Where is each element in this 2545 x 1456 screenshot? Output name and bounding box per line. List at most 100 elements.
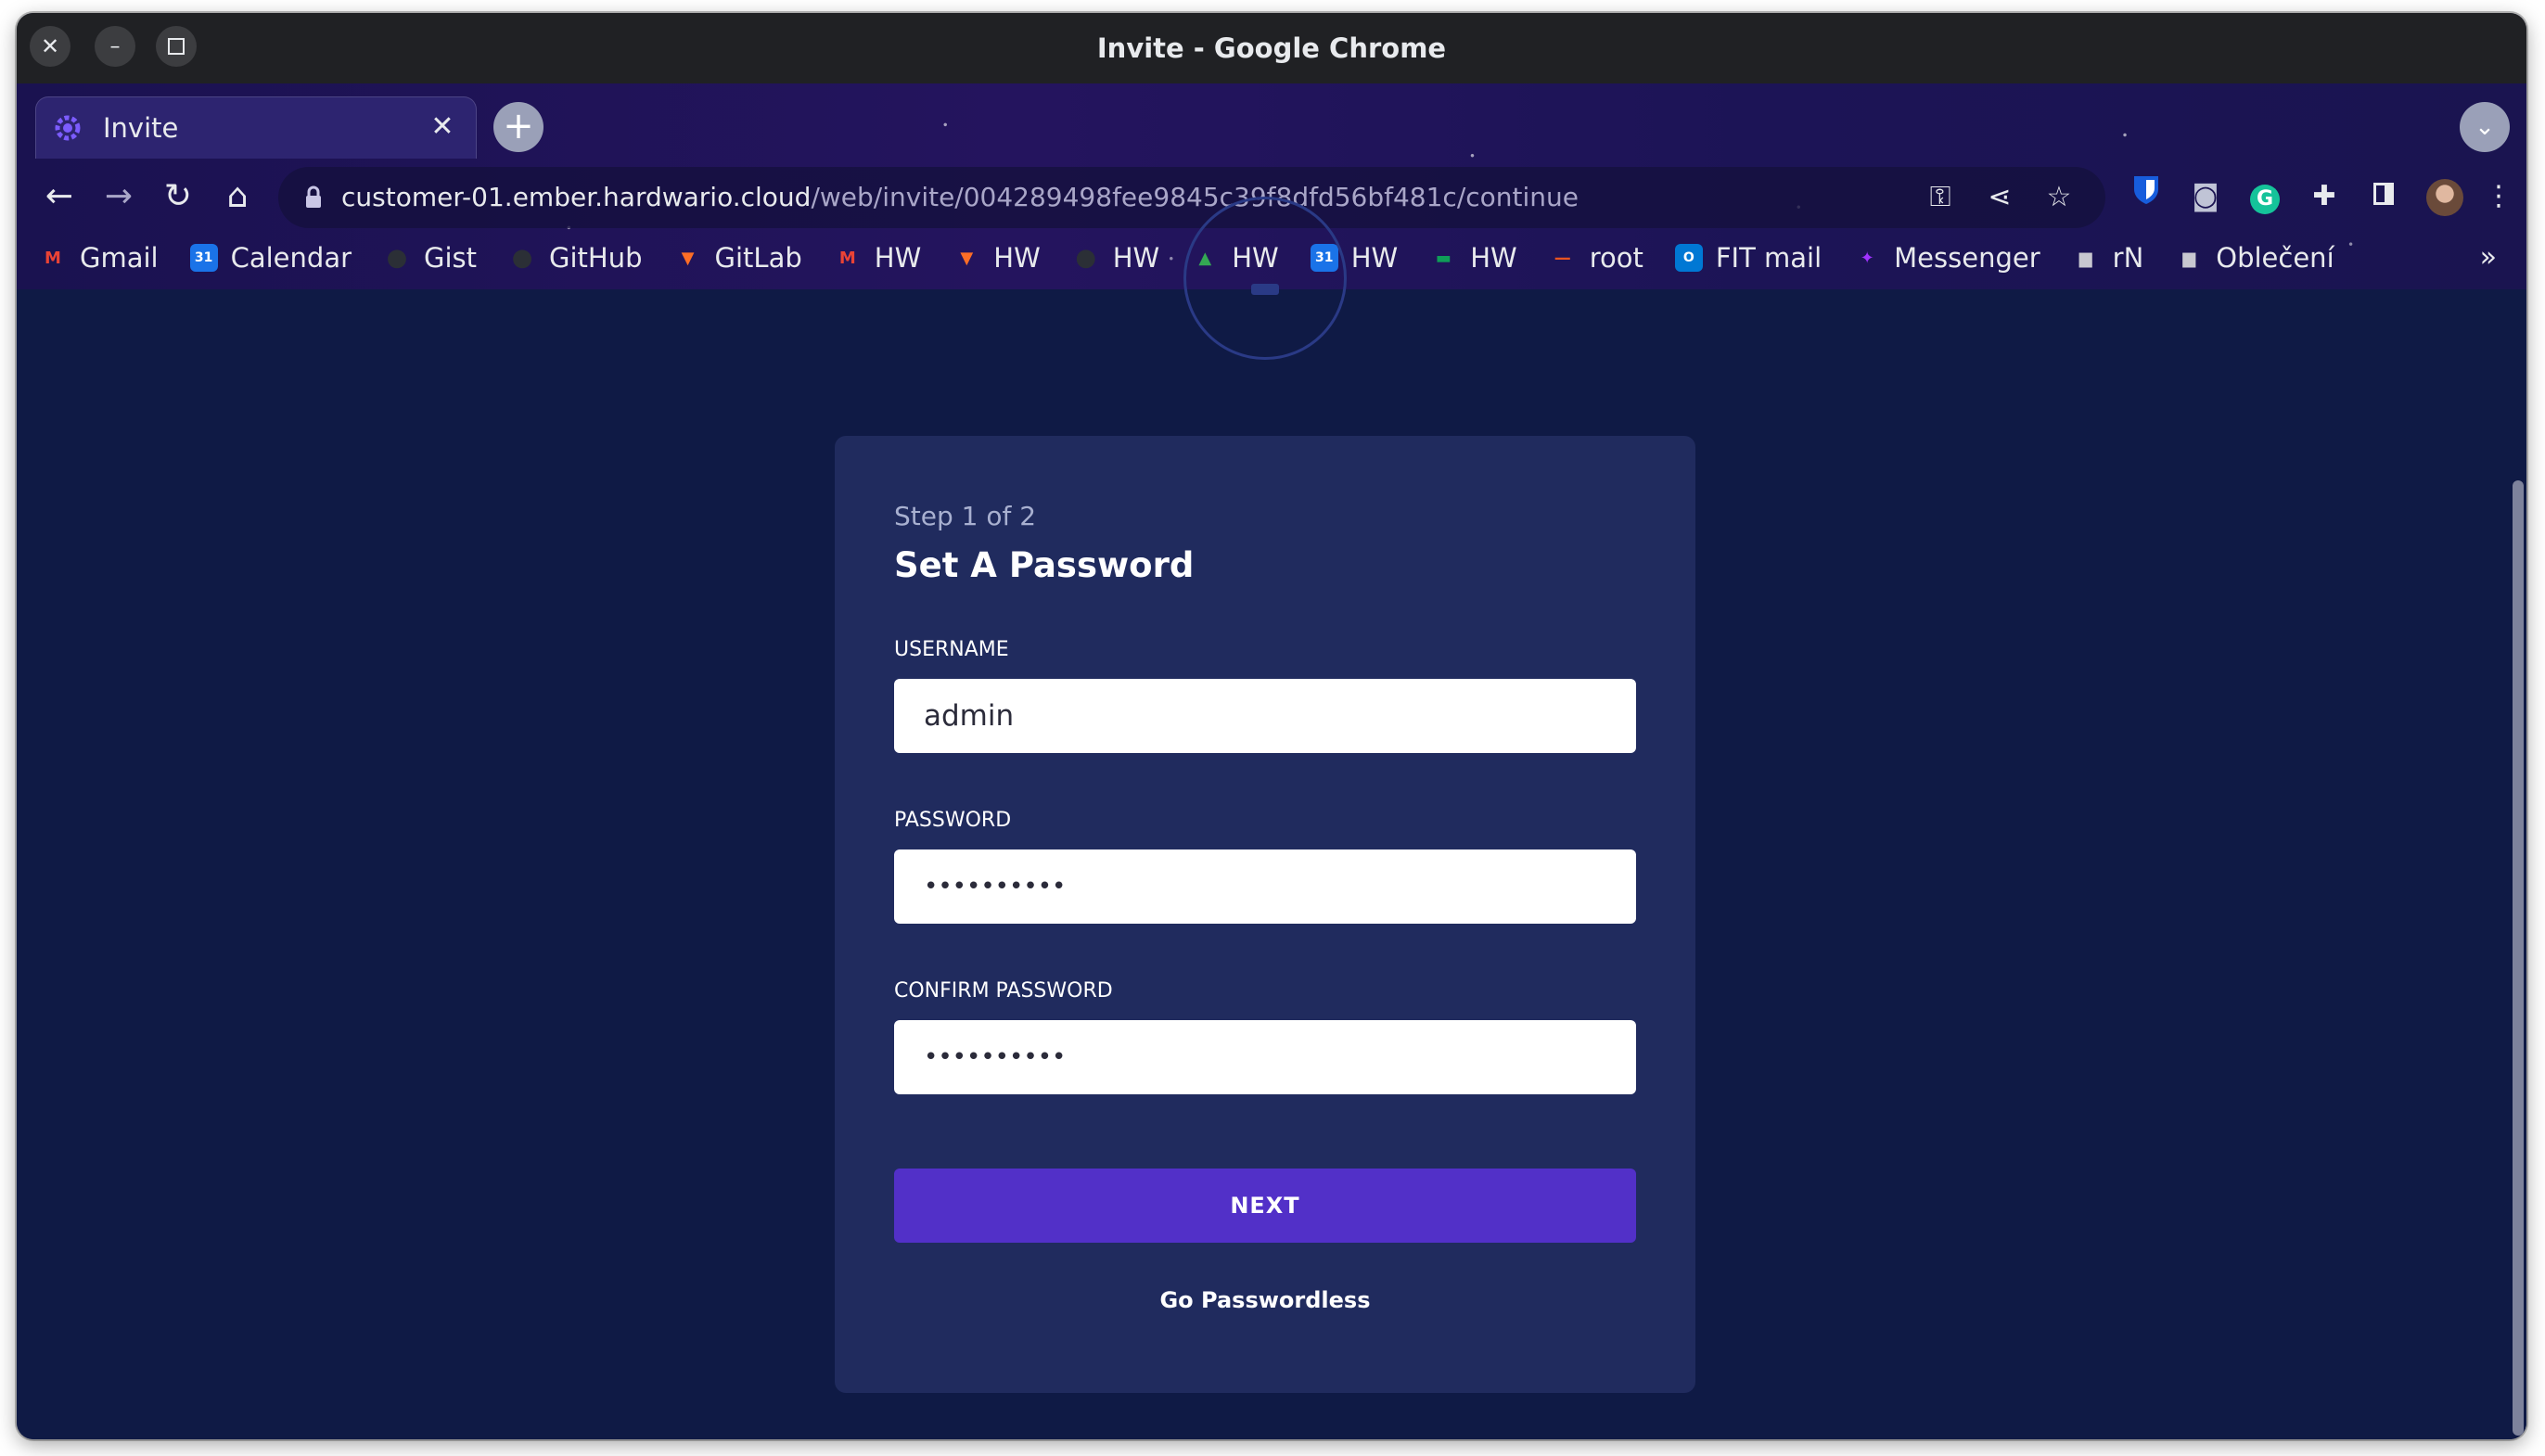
grammarly-extension[interactable]: G bbox=[2243, 174, 2287, 219]
key-icon: ⚿ bbox=[1929, 181, 1951, 213]
more-vertical-icon: ⋮ bbox=[2485, 180, 2513, 212]
title-bar: ✕ – Invite - Google Chrome bbox=[17, 13, 2526, 83]
bookmark-label: Gist bbox=[424, 242, 478, 274]
bookmark-label: HW bbox=[1112, 242, 1160, 274]
home-button[interactable]: ⌂ bbox=[213, 172, 262, 221]
shield-icon bbox=[2134, 176, 2158, 204]
folder-icon: ▆ bbox=[2182, 248, 2196, 268]
page-content: Step 1 of 2 Set A Password USERNAME admi… bbox=[17, 197, 2526, 1439]
outlook-icon: O bbox=[1674, 244, 1703, 272]
gmail-icon: M bbox=[45, 248, 61, 268]
bookmark-label: Oblečení bbox=[2216, 242, 2334, 274]
bookmark-label: GitLab bbox=[714, 242, 802, 274]
logo bbox=[1183, 197, 1347, 360]
bookmark-label: Calendar bbox=[230, 242, 352, 274]
form-heading: Set A Password bbox=[894, 545, 1195, 585]
tab-title: Invite bbox=[103, 112, 179, 144]
tab-search-button[interactable]: ⌄ bbox=[2460, 102, 2510, 152]
gitlab-icon: ▼ bbox=[681, 248, 695, 268]
camera-icon: ◙ bbox=[2192, 180, 2219, 212]
go-passwordless-link[interactable]: Go Passwordless bbox=[835, 1287, 1695, 1313]
bookmark-item[interactable]: ▬ HW bbox=[1429, 242, 1517, 274]
bookmark-item[interactable]: ✦ Messenger bbox=[1853, 242, 2040, 274]
grammarly-icon: G bbox=[2250, 185, 2280, 214]
password-input[interactable]: •••••••••• bbox=[894, 849, 1636, 924]
bookmark-item[interactable]: ▆ Oblečení bbox=[2175, 242, 2334, 274]
bookmark-label: HW bbox=[1470, 242, 1517, 274]
new-tab-button[interactable]: + bbox=[493, 102, 544, 152]
url-path: /web/invite/004289498fee9845c39f8dfd56bf… bbox=[811, 182, 1579, 212]
calendar-icon: 31 bbox=[189, 244, 218, 272]
bookmark-label: rN bbox=[2112, 242, 2144, 274]
bookmark-star-button[interactable]: ☆ bbox=[2037, 175, 2081, 220]
gitlab-icon: ▼ bbox=[960, 248, 974, 268]
avatar bbox=[2426, 178, 2463, 216]
url-text: customer-01.ember.hardwario.cloud/web/in… bbox=[341, 167, 1579, 228]
invite-form-card: Step 1 of 2 Set A Password USERNAME admi… bbox=[835, 436, 1695, 1393]
profile-button[interactable] bbox=[2423, 174, 2467, 219]
star-icon: ☆ bbox=[2046, 181, 2072, 213]
reload-button[interactable]: ↻ bbox=[154, 172, 202, 221]
logo-mark bbox=[1251, 284, 1279, 295]
puzzle-icon: ✚ bbox=[2312, 180, 2336, 212]
bookmark-label: HW bbox=[1350, 242, 1399, 274]
forward-button[interactable]: → bbox=[95, 172, 143, 221]
reload-icon: ↻ bbox=[163, 177, 193, 215]
bookmark-item[interactable]: ▼ GitLab bbox=[674, 242, 802, 274]
next-button[interactable]: NEXT bbox=[894, 1169, 1636, 1243]
extensions-button[interactable]: ✚ bbox=[2302, 174, 2347, 219]
bitwarden-extension[interactable] bbox=[2124, 174, 2168, 219]
bookmark-label: HW bbox=[874, 242, 922, 274]
bookmark-item[interactable]: 31 Calendar bbox=[189, 242, 352, 274]
share-icon: ⋖ bbox=[1988, 181, 2012, 213]
bookmark-item[interactable]: ● GitHub bbox=[508, 242, 643, 274]
address-bar[interactable]: customer-01.ember.hardwario.cloud/web/in… bbox=[278, 167, 2105, 228]
forward-arrow-icon: → bbox=[104, 177, 134, 215]
scrollbar[interactable] bbox=[2510, 289, 2526, 1439]
browser-window: ✕ – Invite - Google Chrome Invite ✕ + ⌄ bbox=[17, 13, 2526, 1439]
gear-icon bbox=[55, 115, 81, 141]
bookmark-item[interactable]: ▼ HW bbox=[953, 242, 1040, 274]
home-icon: ⌂ bbox=[226, 177, 249, 215]
confirm-password-label: CONFIRM PASSWORD bbox=[894, 979, 1113, 1003]
bookmarks-overflow-button[interactable]: » bbox=[2480, 230, 2497, 286]
bookmark-label: Messenger bbox=[1894, 242, 2040, 274]
terminal-icon: — bbox=[1554, 248, 1571, 268]
scrollbar-thumb[interactable] bbox=[2513, 480, 2524, 1436]
window-title: Invite - Google Chrome bbox=[1096, 32, 1447, 64]
plus-icon: + bbox=[503, 105, 534, 147]
bookmark-item[interactable]: — root bbox=[1549, 242, 1643, 274]
tab-invite[interactable]: Invite ✕ bbox=[35, 96, 477, 159]
github-icon: ● bbox=[386, 244, 408, 272]
side-panel-icon bbox=[2373, 183, 2394, 205]
username-label: USERNAME bbox=[894, 638, 1009, 661]
bookmark-label: GitHub bbox=[549, 242, 643, 274]
step-indicator: Step 1 of 2 bbox=[894, 501, 1037, 531]
bookmark-item[interactable]: M HW bbox=[834, 242, 921, 274]
bookmark-item[interactable]: O FIT mail bbox=[1674, 242, 1822, 274]
bookmark-label: Gmail bbox=[80, 242, 159, 274]
bookmark-item[interactable]: ● Gist bbox=[383, 242, 477, 274]
tab-close-button[interactable]: ✕ bbox=[426, 110, 459, 144]
messenger-icon: ✦ bbox=[1860, 248, 1874, 268]
username-input[interactable]: admin bbox=[894, 679, 1636, 753]
bookmark-item[interactable]: ▆ rN bbox=[2072, 242, 2144, 274]
bookmark-label: root bbox=[1589, 242, 1643, 274]
confirm-password-input[interactable]: •••••••••• bbox=[894, 1020, 1636, 1094]
side-panel-button[interactable] bbox=[2361, 174, 2406, 219]
url-host: customer-01.ember.hardwario.cloud bbox=[341, 182, 812, 212]
chat-icon: ▬ bbox=[1435, 248, 1452, 268]
password-label: PASSWORD bbox=[894, 809, 1012, 832]
github-icon: ● bbox=[511, 244, 533, 272]
gmail-icon: M bbox=[838, 248, 856, 268]
chrome-menu-button[interactable]: ⋮ bbox=[2476, 174, 2521, 219]
github-icon: ● bbox=[1075, 244, 1097, 272]
folder-icon: ▆ bbox=[2078, 248, 2092, 268]
screenshot-extension[interactable]: ◙ bbox=[2183, 174, 2228, 219]
close-icon: ✕ bbox=[430, 110, 454, 143]
back-button[interactable]: ← bbox=[35, 172, 83, 221]
bookmark-item[interactable]: M Gmail bbox=[39, 242, 159, 274]
bookmark-item[interactable]: ● HW bbox=[1072, 242, 1159, 274]
password-key-button[interactable]: ⚿ bbox=[1918, 175, 1963, 220]
share-button[interactable]: ⋖ bbox=[1977, 175, 2022, 220]
